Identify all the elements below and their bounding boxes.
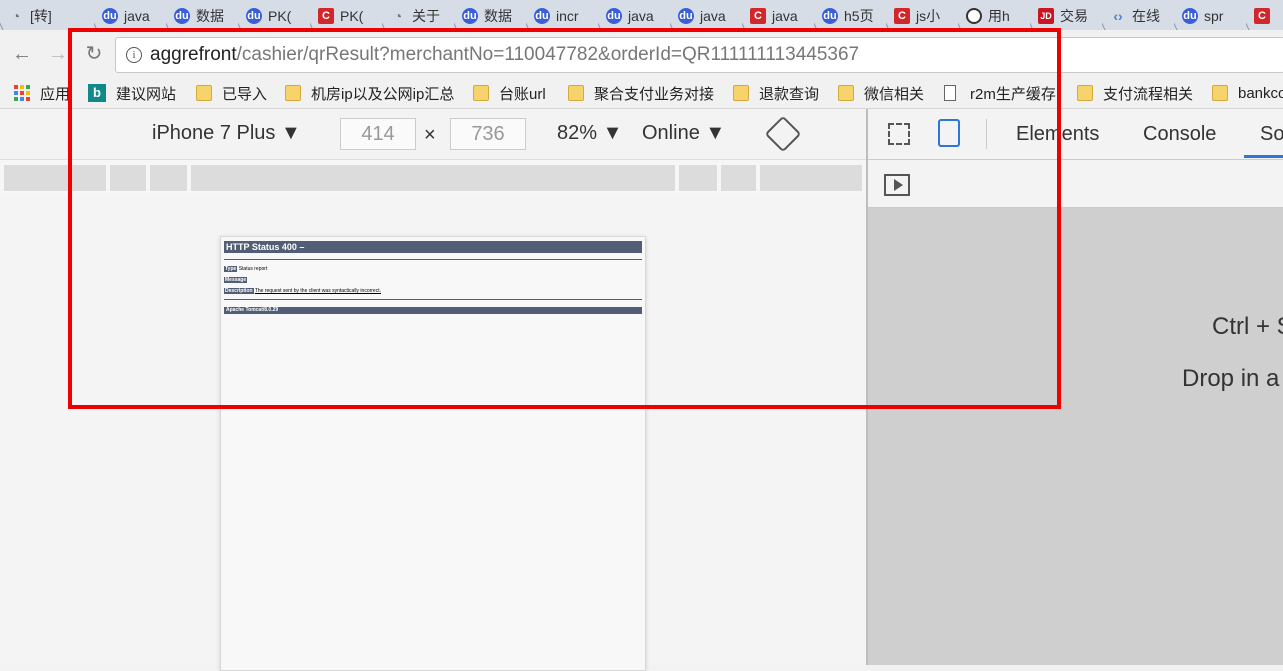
baidu-icon: du	[822, 8, 838, 24]
baidu-icon: du	[534, 8, 550, 24]
baidu-icon: du	[1182, 8, 1198, 24]
baidu-icon: du	[102, 8, 118, 24]
browser-tab[interactable]: ‹› 在线	[1102, 2, 1174, 30]
baidu-icon: du	[606, 8, 622, 24]
folder-icon	[1212, 85, 1228, 101]
bookmark-folder[interactable]: bankco	[1212, 83, 1283, 103]
baidu-icon: du	[246, 8, 262, 24]
browser-tab[interactable]: du java	[670, 2, 742, 30]
browser-tab[interactable]: ◔ [转]	[0, 2, 94, 30]
browser-tab[interactable]: Cjava	[742, 2, 814, 30]
tab-sources[interactable]: So	[1260, 123, 1283, 146]
c-logo-icon: C	[750, 8, 766, 24]
browser-tab[interactable]: C PK(	[310, 2, 382, 30]
browser-tab[interactable]: Cjs小	[886, 2, 958, 30]
c-logo-icon: C	[1254, 8, 1270, 24]
browser-tab[interactable]: du h5页	[814, 2, 886, 30]
bookmark-folder[interactable]: 支付流程相关	[1077, 83, 1193, 103]
browser-tab[interactable]: du incr	[526, 2, 598, 30]
browser-tab[interactable]: du java	[94, 2, 166, 30]
browser-tab[interactable]: 用h	[958, 2, 1030, 30]
loading-icon: ◔	[11, 8, 21, 24]
baidu-icon: du	[678, 8, 694, 24]
browser-tab[interactable]: du spr	[1174, 2, 1246, 30]
browser-tab[interactable]: JD 交易	[1030, 2, 1102, 30]
ring-icon	[966, 8, 982, 24]
drop-hint: Drop in a	[1182, 365, 1280, 392]
apps-grid-icon	[14, 85, 30, 101]
c-logo-icon: C	[318, 8, 334, 24]
browser-tab[interactable]: du 数据	[166, 2, 238, 30]
browser-tab[interactable]: du 数据	[454, 2, 526, 30]
highlight-box	[68, 28, 1061, 409]
c-logo-icon: C	[894, 8, 910, 24]
back-arrow-icon[interactable]: ←	[10, 42, 34, 66]
baidu-icon: du	[462, 8, 478, 24]
tab-strip: ◔ [转] du java du 数据 du PK( C PK( ◔ 关于 du 数据 du i…	[0, 0, 1283, 30]
forward-arrow-icon[interactable]: →	[46, 42, 70, 66]
browser-tab[interactable]: du PK(	[238, 2, 310, 30]
code-icon: ‹›	[1113, 8, 1123, 24]
folder-icon	[1077, 85, 1093, 101]
loading-icon: ◔	[393, 8, 403, 24]
jd-icon: JD	[1038, 8, 1054, 24]
active-tab-indicator	[1244, 155, 1283, 158]
baidu-icon: du	[174, 8, 190, 24]
bookmark-apps[interactable]: 应用	[14, 83, 70, 103]
browser-tab[interactable]: ◔ 关于	[382, 2, 454, 30]
tab-console[interactable]: Console	[1143, 123, 1216, 146]
browser-tab[interactable]: C	[1246, 2, 1283, 30]
shortcut-hint: Ctrl + S	[1212, 313, 1283, 340]
browser-tab[interactable]: du java	[598, 2, 670, 30]
